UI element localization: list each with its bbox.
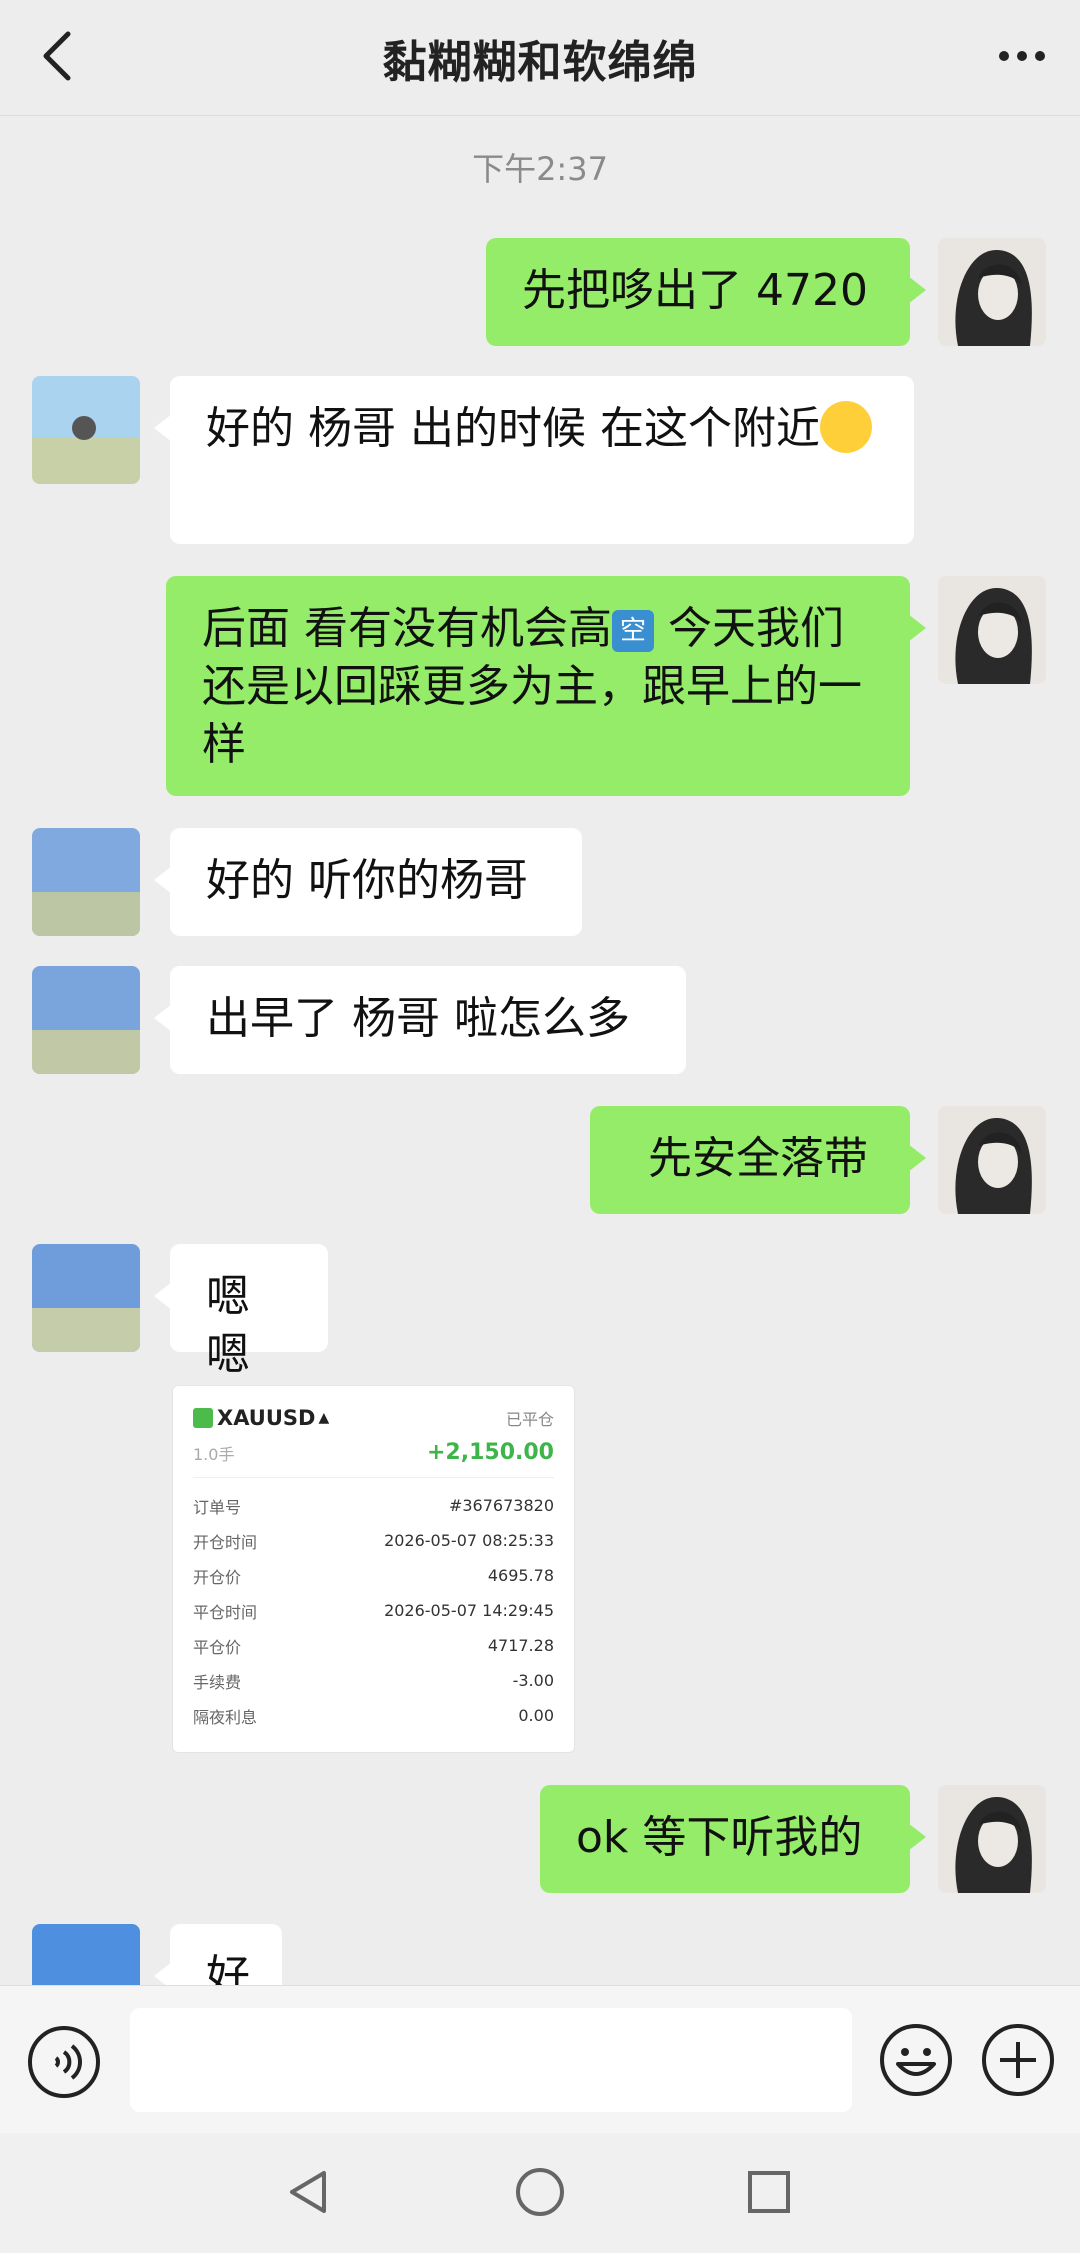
empty-tag-icon: 空 — [612, 610, 654, 652]
contact-avatar[interactable] — [32, 1924, 140, 1985]
message-bubble-sent[interactable]: 先把哆出了 4720 — [486, 238, 926, 346]
photo-avatar-icon — [32, 828, 140, 936]
message-text: 好 — [206, 1951, 250, 1985]
message-text: 好的 杨哥 出的时候 在这个附近 — [206, 403, 820, 454]
photo-avatar-icon — [32, 1924, 140, 1985]
message-bubble-sent[interactable]: ok 等下听我的 — [540, 1785, 926, 1893]
message-bubble-sent[interactable]: 后面 看有没有机会高空 今天我们还是以回踩更多为主，跟早上的一样 — [166, 576, 926, 796]
message-bubble-sent[interactable]: 先安全落带 — [590, 1106, 926, 1214]
trade-detail-row: 开仓价 4695.78 — [193, 1566, 554, 1587]
contact-avatar[interactable] — [32, 376, 140, 484]
triangle-back-icon — [290, 2171, 326, 2213]
message-text: 先安全落带 — [648, 1133, 868, 1184]
nav-recent-button[interactable] — [734, 2157, 804, 2227]
divider — [193, 1477, 554, 1478]
message-text: 后面 看有没有机会高 — [202, 603, 612, 654]
chat-header: 黏糊糊和软绵绵 — [0, 0, 1080, 116]
voice-button[interactable] — [26, 2024, 102, 2100]
photo-avatar-icon — [32, 376, 140, 484]
message-input[interactable] — [130, 2008, 852, 2112]
my-avatar[interactable] — [938, 1106, 1046, 1214]
smiley-icon — [880, 2024, 952, 2096]
trade-detail-row: 开仓时间 2026-05-07 08:25:33 — [193, 1531, 554, 1552]
symbol-text: XAUUSD — [217, 1406, 316, 1430]
nav-back-button[interactable] — [274, 2157, 344, 2227]
contact-avatar[interactable] — [32, 966, 140, 1074]
emoji-button[interactable] — [878, 2022, 954, 2098]
trade-summary: 1.0手 +2,150.00 — [193, 1440, 554, 1465]
symbol-label: XAUUSD ▲ — [193, 1406, 329, 1430]
profit-text: +2,150.00 — [427, 1440, 554, 1465]
message-text: 先把哆出了 4720 — [522, 265, 868, 316]
message-bubble-received[interactable]: 嗯嗯 — [154, 1244, 328, 1380]
lots-text: 1.0手 — [193, 1444, 235, 1464]
contact-avatar[interactable] — [32, 1244, 140, 1352]
trade-detail-row: 平仓价 4717.28 — [193, 1636, 554, 1657]
message-text: 出早了 杨哥 啦怎么多 — [206, 993, 630, 1044]
message-text: 嗯嗯 — [206, 1271, 250, 1380]
trade-detail-row: 平仓时间 2026-05-07 14:29:45 — [193, 1601, 554, 1622]
photo-avatar-icon — [32, 966, 140, 1074]
my-avatar[interactable] — [938, 238, 1046, 346]
more-functions-button[interactable] — [980, 2022, 1056, 2098]
ellipsis-icon — [999, 51, 1045, 61]
message-bubble-received[interactable]: 好的 杨哥 出的时候 在这个附近 — [154, 376, 914, 544]
message-timestamp: 下午2:37 — [472, 150, 608, 188]
status-text: 已平仓 — [505, 1410, 554, 1429]
portrait-avatar-icon — [938, 238, 1046, 346]
circle-home-icon — [516, 2168, 564, 2216]
message-input-bar — [0, 1985, 1080, 2133]
plus-icon — [982, 2024, 1054, 2096]
trade-detail-row: 订单号 #367673820 — [193, 1496, 554, 1517]
photo-avatar-icon — [32, 1244, 140, 1352]
message-text: 好的 听你的杨哥 — [206, 855, 528, 906]
nav-home-button[interactable] — [505, 2157, 575, 2227]
trade-screenshot-image[interactable]: XAUUSD ▲ 已平仓 1.0手 +2,150.00 订单号 #36767382… — [172, 1385, 575, 1753]
trade-detail-row: 手续费 -3.00 — [193, 1671, 554, 1692]
my-avatar[interactable] — [938, 1785, 1046, 1893]
caret-up-icon: ▲ — [318, 1410, 330, 1426]
my-avatar[interactable] — [938, 576, 1046, 684]
system-nav-bar — [0, 2133, 1080, 2253]
portrait-avatar-icon — [938, 576, 1046, 684]
symbol-badge-icon — [193, 1408, 213, 1428]
more-button[interactable] — [990, 24, 1054, 88]
laughing-crying-emoji-icon — [819, 401, 872, 453]
portrait-avatar-icon — [938, 1785, 1046, 1893]
message-text: ok 等下听我的 — [576, 1812, 863, 1863]
voice-icon — [28, 2026, 100, 2098]
message-bubble-received[interactable]: 好 — [154, 1924, 282, 1985]
portrait-avatar-icon — [938, 1106, 1046, 1214]
message-bubble-received[interactable]: 好的 听你的杨哥 — [154, 828, 582, 936]
trade-header: XAUUSD ▲ 已平仓 — [193, 1406, 554, 1430]
contact-avatar[interactable] — [32, 828, 140, 936]
message-row-partial: 好 — [0, 1920, 1080, 1985]
square-recent-icon — [748, 2171, 790, 2213]
message-bubble-received[interactable]: 出早了 杨哥 啦怎么多 — [154, 966, 686, 1074]
trade-detail-row: 隔夜利息 0.00 — [193, 1706, 554, 1727]
chat-title: 黏糊糊和软绵绵 — [382, 37, 698, 88]
